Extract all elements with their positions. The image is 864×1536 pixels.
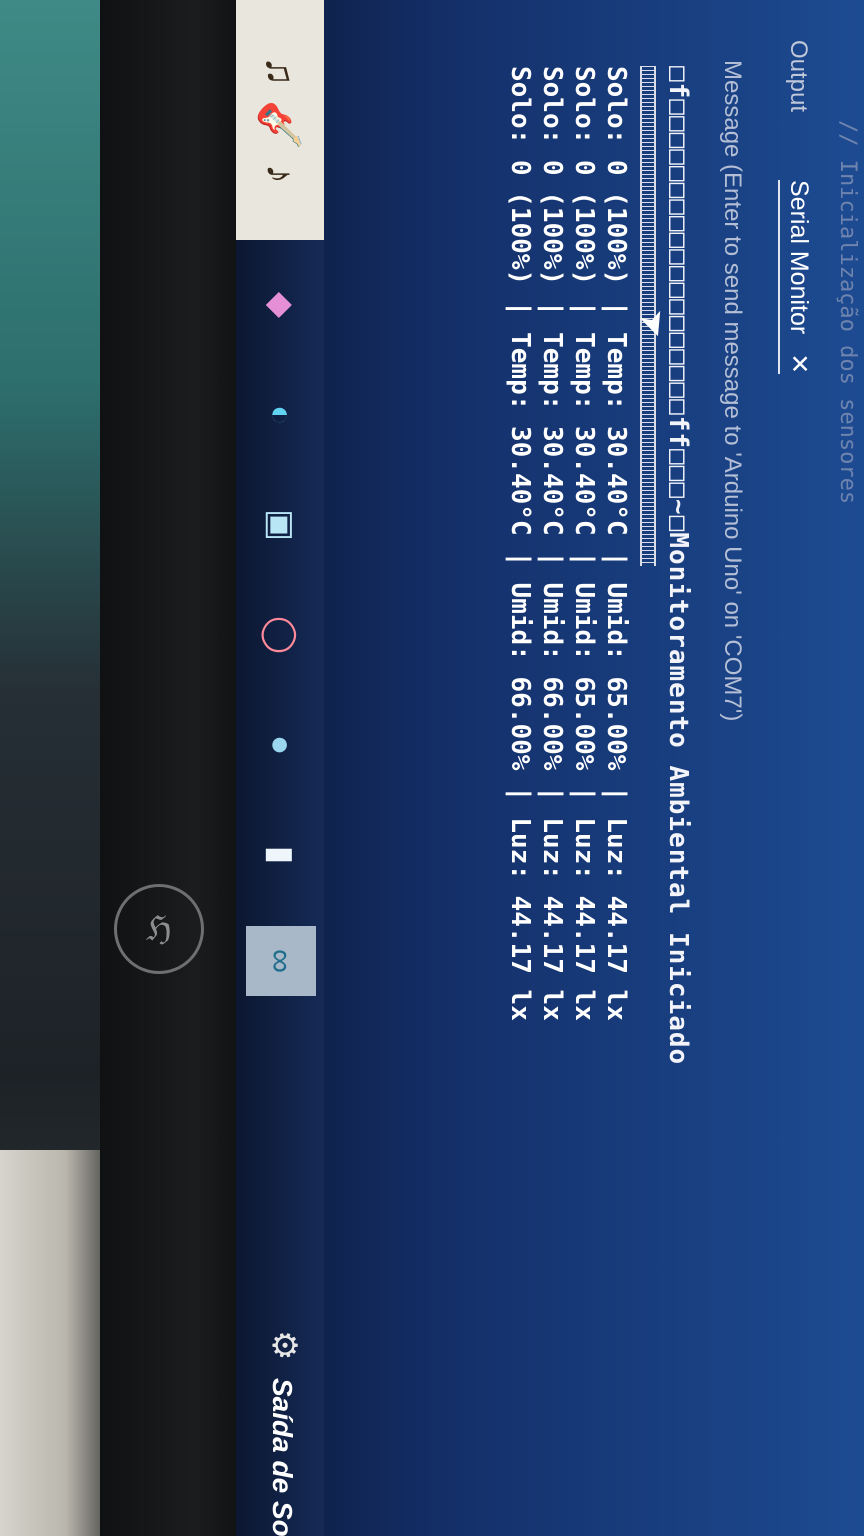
serial-line: Solo: 0 (100%) | Temp: 30.40°C | Umid: 6… xyxy=(537,66,567,1021)
serial-line: Solo: 0 (100%) | Temp: 30.40°C | Umid: 6… xyxy=(601,66,631,1021)
speaker-icon[interactable]: ⚙ xyxy=(264,1330,304,1360)
guitar-icon: 🎸 xyxy=(257,100,302,150)
monitor-logo: ℌ xyxy=(114,884,204,974)
arduino-icon[interactable]: ∞ xyxy=(246,926,316,996)
screen-content: // Inicialização dos sensores Output Ser… xyxy=(236,0,864,1536)
close-icon[interactable]: ✕ xyxy=(785,353,813,374)
chrome-icon[interactable]: ● xyxy=(246,710,316,780)
taskbar: ♫ 🎸 ♪ ◆ ◐ ▣ ◯ ● ▮ ∞ ⚙ Saída de Son xyxy=(236,0,324,1536)
music-thumbnail[interactable]: ♫ 🎸 ♪ xyxy=(236,0,324,240)
monitor-bezel xyxy=(100,0,236,1536)
serial-output: □f□□□□□□□□□□□□□□□□□□□ff□□□~□Monitorament… xyxy=(504,66,694,1266)
opera-icon[interactable]: ◯ xyxy=(246,600,316,670)
music-note-icon: ♫ xyxy=(258,56,303,87)
code-comment: // Inicialização dos sensores xyxy=(835,120,860,505)
monitor-screen: // Inicialização dos sensores Output Ser… xyxy=(236,0,864,1536)
tab-serial-monitor-label: Serial Monitor xyxy=(785,180,813,335)
serial-header-line: □f□□□□□□□□□□□□□□□□□□□ff□□□~□Monitorament… xyxy=(663,66,693,1066)
audio-output-label[interactable]: Saída de Son xyxy=(266,1378,298,1536)
store-icon[interactable]: ▣ xyxy=(246,490,316,560)
edge-icon[interactable]: ◐ xyxy=(246,380,316,450)
tab-serial-monitor[interactable]: Serial Monitor ✕ xyxy=(778,180,814,375)
message-input[interactable]: Message (Enter to send message to 'Ardui… xyxy=(718,60,746,1160)
tab-output[interactable]: Output xyxy=(784,40,812,112)
file-explorer-icon[interactable]: ▮ xyxy=(246,820,316,890)
serial-line: Solo: 0 (100%) | Temp: 30.40°C | Umid: 6… xyxy=(569,66,599,1021)
music-note-icon: ♪ xyxy=(258,163,303,184)
cloth-object xyxy=(0,1150,110,1536)
serial-line: Solo: 0 (100%) | Temp: 30.40°C | Umid: 6… xyxy=(505,66,535,1021)
copilot-icon[interactable]: ◆ xyxy=(246,270,316,340)
